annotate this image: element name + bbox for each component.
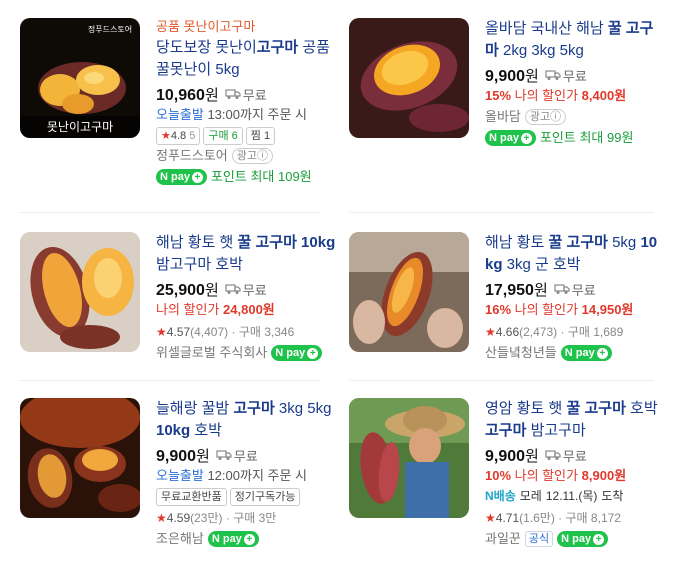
free-shipping: 무료 (545, 446, 587, 465)
rating-tag[interactable]: ★4.8 5 (156, 127, 201, 145)
seller-name[interactable]: 위셀글로벌 주식회사 (156, 343, 267, 363)
discount-price: 나의 할인가 24,800원 (156, 302, 275, 317)
plus-icon: + (520, 132, 532, 144)
free-shipping: 무료 (225, 280, 267, 299)
npay-badge: N pay + (557, 531, 609, 547)
rating-row[interactable]: ★4.71(1.6만) · 구매 8,172 (485, 508, 665, 528)
npay-badge: N pay + (485, 130, 536, 146)
product-card[interactable]: 늘해랑 꿀밤 고구마 3kg 5kg 10kg 호박 9,900원 무료 오늘출… (20, 398, 340, 568)
free-return-tag: 무료교환반품 (156, 488, 227, 506)
zzim-count-tag: 찜 1 (245, 127, 276, 145)
seller-name[interactable]: 산들녘청년들 (485, 343, 557, 363)
rating-row[interactable]: ★4.66(2,473) · 구매 1,689 (485, 322, 665, 342)
row-divider (349, 212, 654, 213)
rating-row[interactable]: ★4.57(4,407) · 구매 3,346 (156, 322, 336, 342)
product-card[interactable]: 영암 황토 햇 꿀 고구마 호박고구마 밤고구마 9,900원 무료 10% 나… (349, 398, 669, 568)
product-price: 9,900원 (485, 447, 539, 465)
subscription-tag: 정기구독가능 (229, 488, 301, 506)
thumb-brand: 정푸드스토어 (88, 24, 132, 34)
product-thumbnail[interactable] (349, 18, 469, 138)
product-card[interactable]: 올바담 국내산 해남 꿀 고구마 2kg 3kg 5kg 9,900원 무료 1… (349, 18, 669, 188)
free-shipping: 무료 (545, 66, 587, 85)
truck-icon (545, 450, 561, 460)
star-icon: ★ (485, 511, 496, 525)
product-thumbnail[interactable] (20, 398, 140, 518)
truck-icon (216, 450, 232, 460)
star-icon: ★ (485, 325, 496, 339)
point-text: 포인트 최대 109원 (210, 169, 312, 184)
product-thumbnail[interactable] (349, 398, 469, 518)
npay-badge: N pay + (156, 169, 207, 185)
discount-price: 16% 나의 할인가 14,950원 (485, 302, 634, 317)
delivery-info: N배송 모레 12.11.(목) 도착 (485, 486, 665, 506)
npay-badge: N pay + (271, 345, 323, 361)
free-shipping: 무료 (216, 446, 258, 465)
product-brand[interactable]: 공품 못난이고구마 (156, 18, 336, 35)
product-price: 9,900원 (485, 67, 539, 85)
ad-badge[interactable]: 광고ⓘ (231, 148, 274, 164)
star-icon: ★ (156, 511, 167, 525)
product-thumbnail[interactable] (20, 232, 140, 352)
product-thumbnail[interactable]: 못난이고구마 정푸드스토어 (20, 18, 140, 138)
product-card[interactable]: 못난이고구마 정푸드스토어 공품 못난이고구마 당도보장 못난이고구마 공품 꿀… (20, 18, 340, 188)
free-shipping: 무료 (554, 280, 596, 299)
point-text: 포인트 최대 99원 (539, 130, 634, 145)
product-card[interactable]: 해남 황토 꿀 고구마 5kg 10kg 3kg 군 호박 17,950원 무료… (349, 232, 669, 402)
plus-icon: + (243, 533, 255, 545)
product-title[interactable]: 해남 황토 햇 꿀 고구마 10kg 밤고구마 호박 (156, 232, 336, 276)
product-thumbnail[interactable] (349, 232, 469, 352)
today-dispatch: 오늘출발 13:00까지 주문 시 (156, 107, 308, 122)
seller-name[interactable]: 과일꾼 (485, 529, 521, 549)
product-title[interactable]: 당도보장 못난이고구마 공품 꿀못난이 5kg (156, 37, 336, 81)
star-icon: ★ (161, 130, 171, 142)
npay-badge: N pay + (207, 531, 259, 547)
truck-icon (554, 284, 570, 294)
today-dispatch: 오늘출발 12:00까지 주문 시 (156, 468, 308, 483)
discount-price: 15% 나의 할인가 8,400원 (485, 88, 627, 103)
product-title[interactable]: 영암 황토 햇 꿀 고구마 호박고구마 밤고구마 (485, 398, 665, 442)
truck-icon (225, 89, 241, 99)
product-title[interactable]: 올바담 국내산 해남 꿀 고구마 2kg 3kg 5kg (485, 18, 665, 62)
truck-icon (545, 70, 561, 80)
product-card[interactable]: 해남 황토 햇 꿀 고구마 10kg 밤고구마 호박 25,900원 무료 나의… (20, 232, 340, 402)
product-title[interactable]: 해남 황토 꿀 고구마 5kg 10kg 3kg 군 호박 (485, 232, 665, 276)
thumb-label: 못난이고구마 (47, 120, 113, 134)
npay-badge: N pay + (560, 345, 612, 361)
product-price: 10,960원 (156, 86, 219, 104)
seller-name[interactable]: 올바담 (485, 107, 521, 127)
free-shipping: 무료 (225, 85, 267, 104)
row-divider (20, 380, 320, 381)
star-icon: ★ (156, 325, 167, 339)
product-price: 9,900원 (156, 447, 210, 465)
row-divider (349, 380, 654, 381)
n-delivery-badge: N배송 (485, 489, 516, 503)
product-price: 25,900원 (156, 281, 219, 299)
discount-price: 10% 나의 할인가 8,900원 (485, 468, 627, 483)
ad-badge[interactable]: 광고ⓘ (524, 109, 567, 125)
plus-icon: + (596, 347, 608, 359)
purchase-count-tag: 구매 6 (203, 127, 243, 145)
seller-name[interactable]: 조은해남 (156, 529, 204, 549)
seller-name[interactable]: 정푸드스토어 (156, 146, 228, 166)
official-badge: 공식 (524, 531, 554, 547)
plus-icon: + (307, 347, 319, 359)
rating-row[interactable]: ★4.59(23만) · 구매 3만 (156, 508, 336, 528)
product-title[interactable]: 늘해랑 꿀밤 고구마 3kg 5kg 10kg 호박 (156, 398, 336, 442)
product-price: 17,950원 (485, 281, 548, 299)
plus-icon: + (593, 533, 605, 545)
plus-icon: + (191, 171, 203, 183)
row-divider (20, 212, 320, 213)
truck-icon (225, 284, 241, 294)
